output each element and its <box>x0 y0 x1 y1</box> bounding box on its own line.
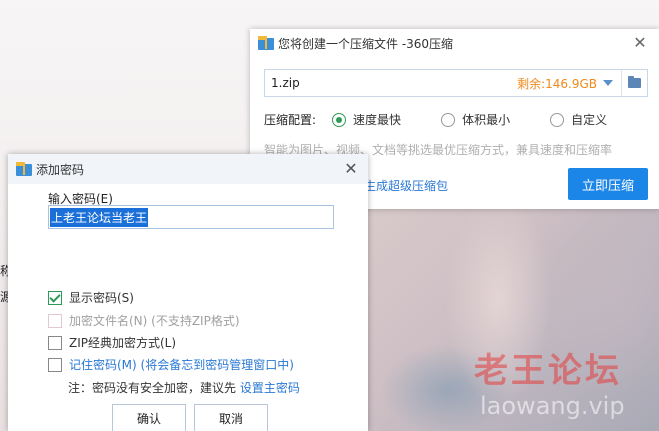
watermark-en: laowang.vip <box>480 392 625 420</box>
option-fastest[interactable]: 速度最快 <box>332 111 401 128</box>
super-archive-link[interactable]: 生成超级压缩包 <box>364 177 448 194</box>
close-icon[interactable]: ✕ <box>342 160 360 178</box>
close-icon[interactable]: ✕ <box>631 34 649 52</box>
show-password-option[interactable]: 显示密码(S) <box>48 289 134 306</box>
checkbox-icon[interactable] <box>48 357 62 372</box>
encrypt-filename-option: 加密文件名(N) (不支持ZIP格式) <box>48 312 240 329</box>
option-label: 自定义 <box>571 113 608 127</box>
output-path-field[interactable]: 1.zip 剩余:146.9GB <box>264 69 648 97</box>
option-smallest[interactable]: 体积最小 <box>441 111 510 128</box>
folder-icon <box>628 76 641 88</box>
compress-window-titlebar[interactable]: 您将创建一个压缩文件 -360压缩 <box>250 29 659 57</box>
option-custom[interactable]: 自定义 <box>550 111 607 128</box>
note-text: 注：密码没有安全加密，建议先 <box>68 381 240 395</box>
compress-config-row: 压缩配置: 速度最快 体积最小 自定义 <box>264 111 607 128</box>
archive-icon <box>258 36 274 50</box>
password-dialog-title: 添加密码 <box>36 162 85 177</box>
checkbox-label: ZIP经典加密方式(L) <box>69 336 177 350</box>
option-label: 体积最小 <box>462 113 511 127</box>
checkbox-icon[interactable] <box>48 335 62 350</box>
zip-classic-encrypt-option[interactable]: ZIP经典加密方式(L) <box>48 334 176 351</box>
checkbox-label: 记住密码(M) (将会备忘到密码管理窗口中) <box>69 358 294 372</box>
set-master-password-link[interactable]: 设置主密码 <box>240 381 300 395</box>
password-input[interactable]: 上老王论坛当老王 <box>48 205 334 229</box>
browse-folder-button[interactable] <box>621 70 647 96</box>
archive-icon <box>16 162 32 176</box>
config-label: 压缩配置: <box>264 113 317 127</box>
radio-icon-checked[interactable] <box>332 112 347 127</box>
password-value: 上老王论坛当老王 <box>50 207 149 227</box>
checkbox-icon <box>48 313 62 328</box>
checkbox-checked-icon[interactable] <box>48 290 62 305</box>
radio-icon[interactable] <box>550 112 565 127</box>
confirm-button[interactable]: 确认 <box>112 404 186 431</box>
dropdown-icon[interactable] <box>603 80 613 86</box>
watermark-cn: 老王论坛 <box>474 351 622 391</box>
filename-input[interactable]: 1.zip <box>265 76 517 90</box>
password-dialog-titlebar[interactable]: 添加密码 <box>8 154 368 184</box>
checkbox-label: 显示密码(S) <box>69 291 134 305</box>
cancel-button[interactable]: 取消 <box>194 404 268 431</box>
radio-icon[interactable] <box>441 112 456 127</box>
option-label: 速度最快 <box>353 113 402 127</box>
remember-password-option[interactable]: 记住密码(M) (将会备忘到密码管理窗口中) <box>48 356 294 373</box>
compress-window-title: 您将创建一个压缩文件 -360压缩 <box>278 36 454 51</box>
security-note: 注：密码没有安全加密，建议先 设置主密码 <box>68 379 300 396</box>
add-password-dialog: 添加密码 ✕ 输入密码(E) 上老王论坛当老王 显示密码(S) 加密文件名(N)… <box>8 154 368 431</box>
checkbox-label: 加密文件名(N) (不支持ZIP格式) <box>69 314 240 328</box>
compress-now-button[interactable]: 立即压缩 <box>568 168 648 200</box>
free-space-label: 剩余:146.9GB <box>517 76 597 91</box>
